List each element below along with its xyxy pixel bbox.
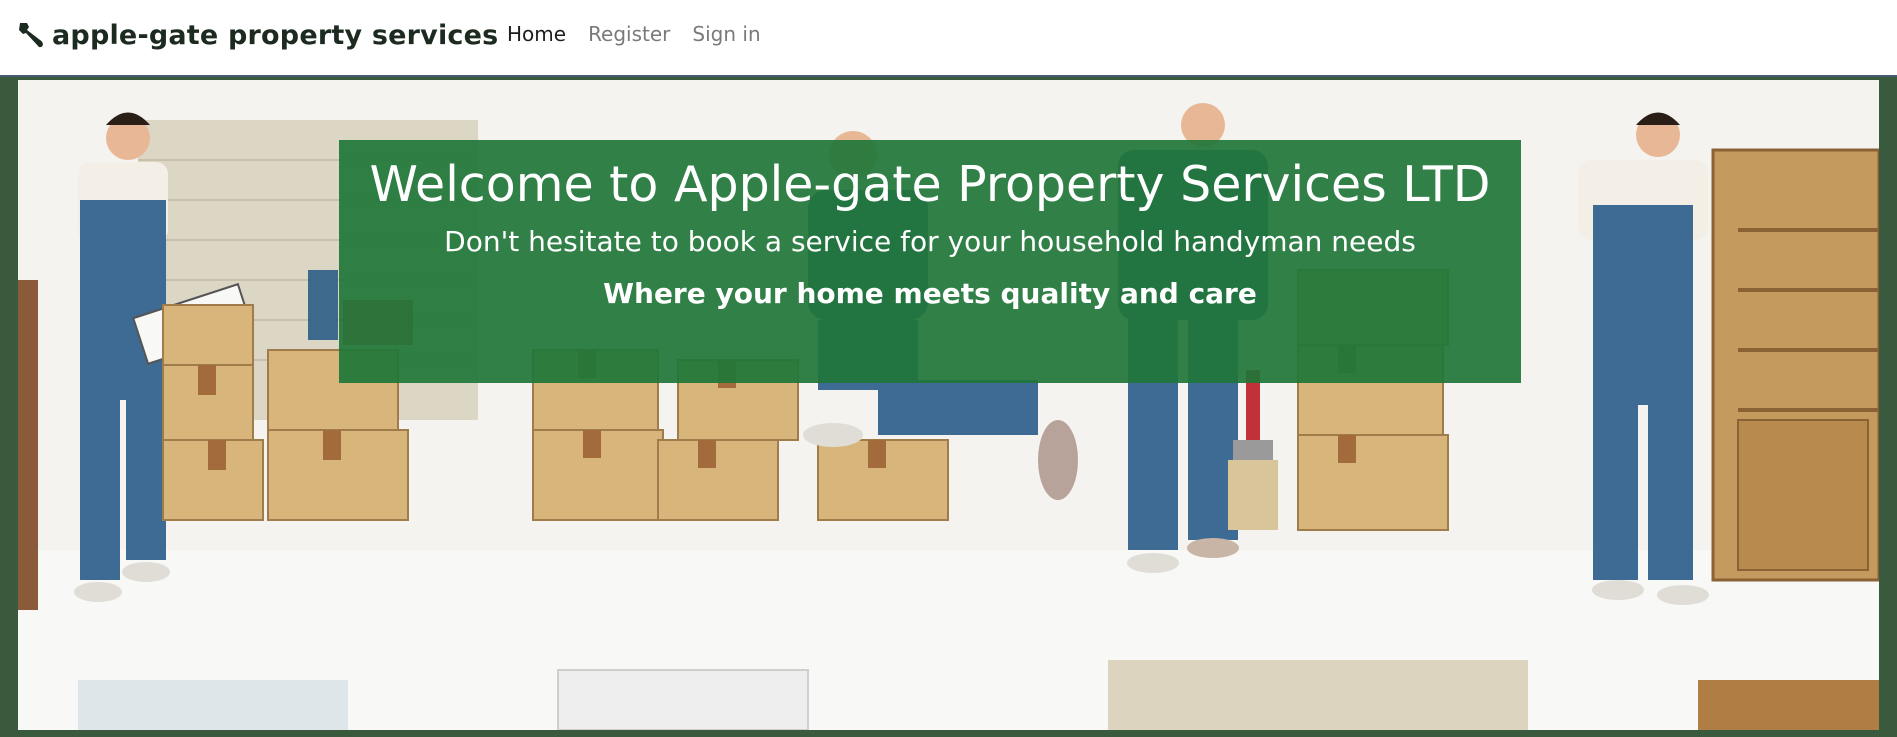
brand-link[interactable]: apple-gate property services bbox=[16, 14, 498, 56]
hero-subtitle: Don't hesitate to book a service for you… bbox=[444, 225, 1416, 258]
wrench-icon bbox=[19, 23, 43, 48]
nav-link-home[interactable]: Home bbox=[507, 22, 566, 46]
brand-name: apple-gate property services bbox=[52, 19, 499, 51]
hero-title: Welcome to Apple-gate Property Services … bbox=[369, 156, 1491, 213]
welcome-banner: Welcome to Apple-gate Property Services … bbox=[339, 140, 1521, 383]
nav-link-sign-in[interactable]: Sign in bbox=[692, 22, 760, 46]
hero-section: Welcome to Apple-gate Property Services … bbox=[0, 77, 1897, 737]
nav-links: Home Register Sign in bbox=[507, 22, 761, 46]
nav-link-register[interactable]: Register bbox=[588, 22, 670, 46]
top-navbar: apple-gate property services Home Regist… bbox=[0, 0, 1897, 77]
hero-tagline: Where your home meets quality and care bbox=[603, 277, 1257, 310]
